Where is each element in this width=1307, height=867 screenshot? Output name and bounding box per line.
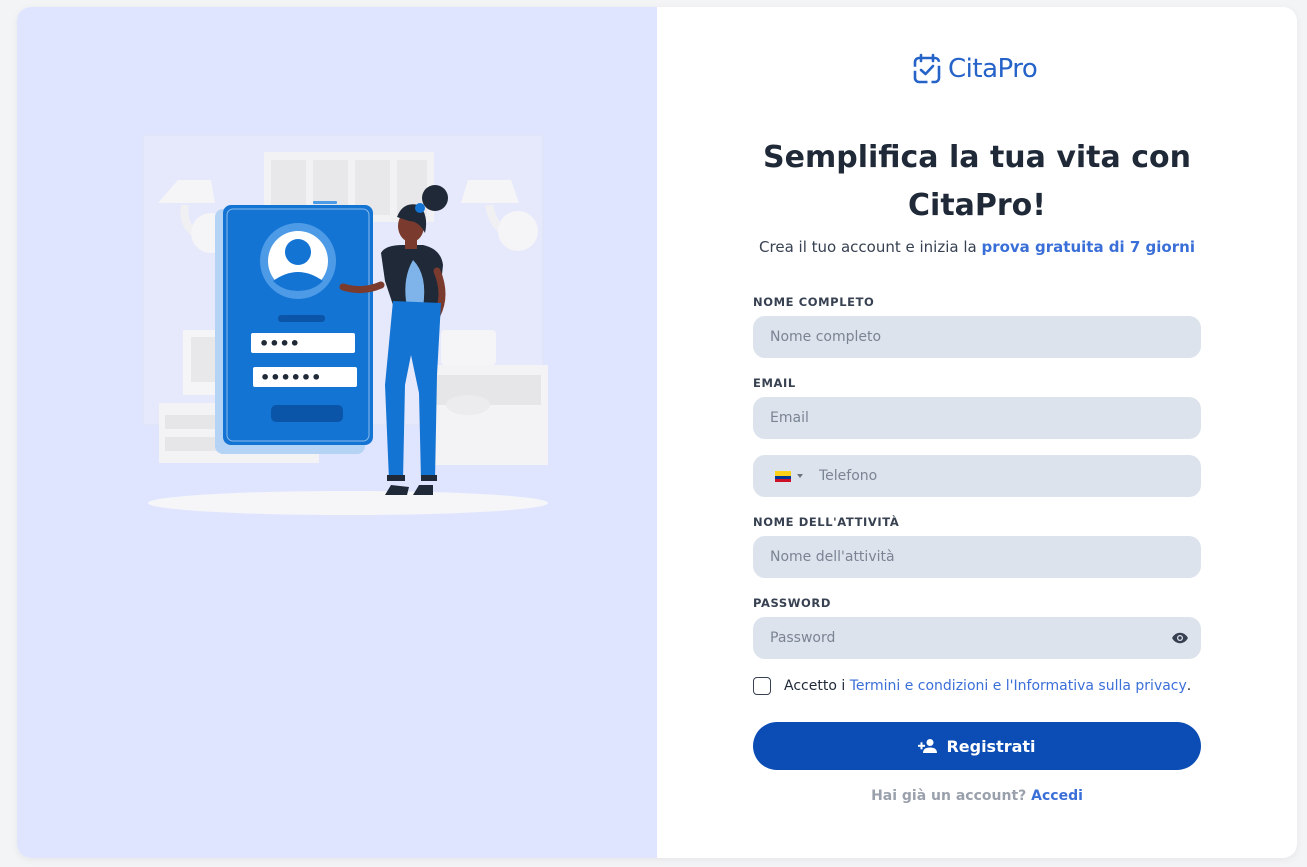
register-button-label: Registrati — [946, 736, 1036, 756]
page-title-line1: Semplifica la tua vita con — [763, 140, 1191, 175]
terms-row: Accetto i Termini e condizioni e l'Infor… — [753, 676, 1191, 696]
business-name-label: NOME DELL'ATTIVITÀ — [753, 515, 900, 529]
subtitle-prefix: Crea il tuo account e inizia la — [759, 238, 982, 256]
login-prompt: Hai già un account? Accedi — [657, 788, 1297, 804]
signup-card: •••• •••••• CitaPro Semplifica la tua vi… — [17, 7, 1297, 858]
email-field-wrapper — [753, 397, 1201, 439]
signup-panel: CitaPro Semplifica la tua vita con CitaP… — [657, 7, 1297, 858]
page-subtitle: Crea il tuo account e inizia la prova gr… — [657, 238, 1297, 256]
terms-suffix: . — [1186, 678, 1192, 694]
business-name-field-wrapper — [753, 536, 1201, 578]
terms-link[interactable]: Termini e condizioni e l'Informativa sul… — [850, 678, 1187, 694]
business-name-input[interactable] — [770, 549, 1184, 565]
pin-mask: •••• — [259, 334, 300, 353]
password-label: PASSWORD — [753, 596, 831, 610]
trial-highlight: prova gratuita di 7 giorni — [981, 238, 1195, 256]
full-name-field-wrapper — [753, 316, 1201, 358]
terms-checkbox[interactable] — [753, 677, 771, 695]
email-input[interactable] — [770, 410, 1184, 426]
login-question: Hai già un account? — [871, 788, 1032, 804]
password-input[interactable] — [770, 630, 1184, 646]
full-name-input[interactable] — [770, 329, 1184, 345]
brand-logo[interactable]: CitaPro — [912, 52, 1038, 86]
terms-prefix: Accetto i — [784, 678, 846, 694]
page-title-line2: CitaPro! — [908, 188, 1046, 223]
colombia-flag-icon[interactable] — [775, 470, 791, 482]
page-title: Semplifica la tua vita con CitaPro! — [657, 134, 1297, 230]
brand-name: CitaPro — [948, 54, 1038, 84]
country-dropdown-caret-icon[interactable] — [797, 474, 803, 478]
register-button[interactable]: Registrati — [753, 722, 1201, 770]
login-link[interactable]: Accedi — [1031, 788, 1083, 804]
full-name-label: NOME COMPLETO — [753, 295, 875, 309]
person-add-icon — [918, 739, 938, 753]
woman-at-login-phone-illustration: •••• •••••• — [142, 134, 548, 515]
password-field-wrapper — [753, 617, 1201, 659]
illustration-panel: •••• •••••• — [17, 7, 657, 858]
eye-icon[interactable] — [1171, 629, 1189, 647]
phone-field-wrapper — [753, 455, 1201, 497]
password-mask: •••••• — [260, 368, 321, 387]
calendar-check-icon — [913, 53, 941, 84]
email-label: EMAIL — [753, 376, 796, 390]
phone-input[interactable] — [819, 468, 1184, 484]
